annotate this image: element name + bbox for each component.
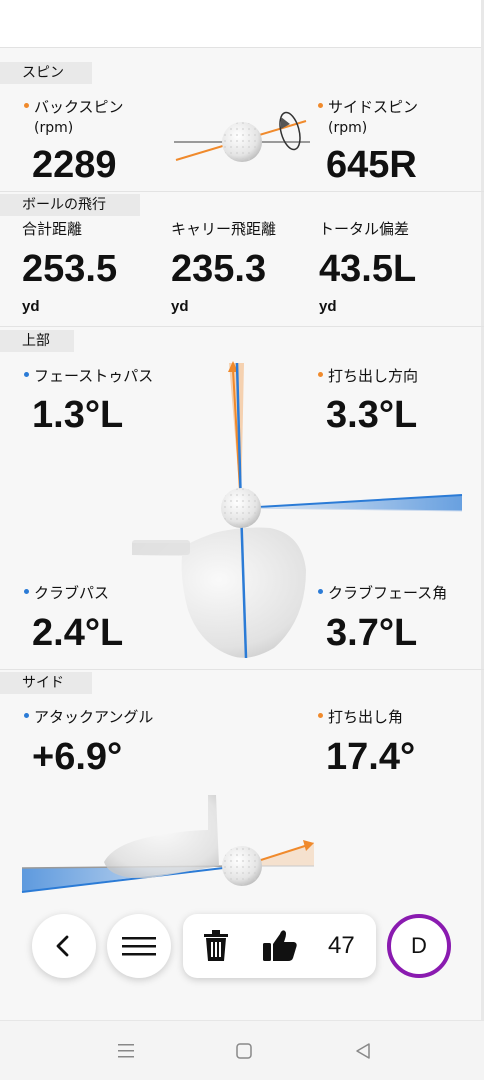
club-path-value: 2.4°L [32,612,124,654]
menu-button[interactable] [107,914,171,978]
blue-dot-icon [318,589,323,594]
face-angle-value: 3.7°L [326,612,418,654]
blue-dot-icon [24,713,29,718]
attack-angle-label: アタックアングル [24,707,153,727]
trash-icon [204,930,228,961]
shot-graphics [21,111,463,893]
launch-angle-label: 打ち出し角 [318,707,403,727]
face-to-path-value: 1.3°L [32,394,124,436]
home-icon[interactable] [235,1042,253,1060]
attack-angle-label-text: アタックアングル [34,708,154,726]
launch-direction-value: 3.3°L [326,394,418,436]
back-button[interactable] [32,914,96,978]
chevron-left-icon [56,935,69,957]
attack-angle-value: +6.9° [32,736,123,778]
user-avatar[interactable]: D [387,914,451,978]
face-to-path-label-text: フェーストゥパス [34,367,154,385]
orange-dot-icon [318,372,323,377]
blue-dot-icon [24,372,29,377]
club-path-label: クラブパス [24,583,109,603]
system-navbar [0,1020,484,1080]
club-path-label-text: クラブパス [34,584,110,602]
face-angle-label-text: クラブフェース角 [328,584,448,602]
face-angle-label: クラブフェース角 [318,583,447,603]
like-count: 47 [328,932,355,959]
side-view-graphic [21,795,314,893]
face-to-path-label: フェーストゥパス [24,366,153,386]
spin-ball-graphic [174,111,310,162]
like-button[interactable] [261,926,299,964]
back-triangle-icon[interactable] [354,1042,372,1060]
launch-angle-label-text: 打ち出し角 [328,708,404,726]
recent-apps-icon[interactable] [117,1043,135,1059]
delete-button[interactable] [200,929,232,963]
thumbs-up-icon [263,930,297,961]
orange-dot-icon [318,713,323,718]
blue-dot-icon [24,589,29,594]
launch-direction-label: 打ち出し方向 [318,366,418,386]
launch-angle-value: 17.4° [326,736,416,778]
hamburger-menu-icon [122,937,156,956]
launch-direction-label-text: 打ち出し方向 [328,367,419,385]
